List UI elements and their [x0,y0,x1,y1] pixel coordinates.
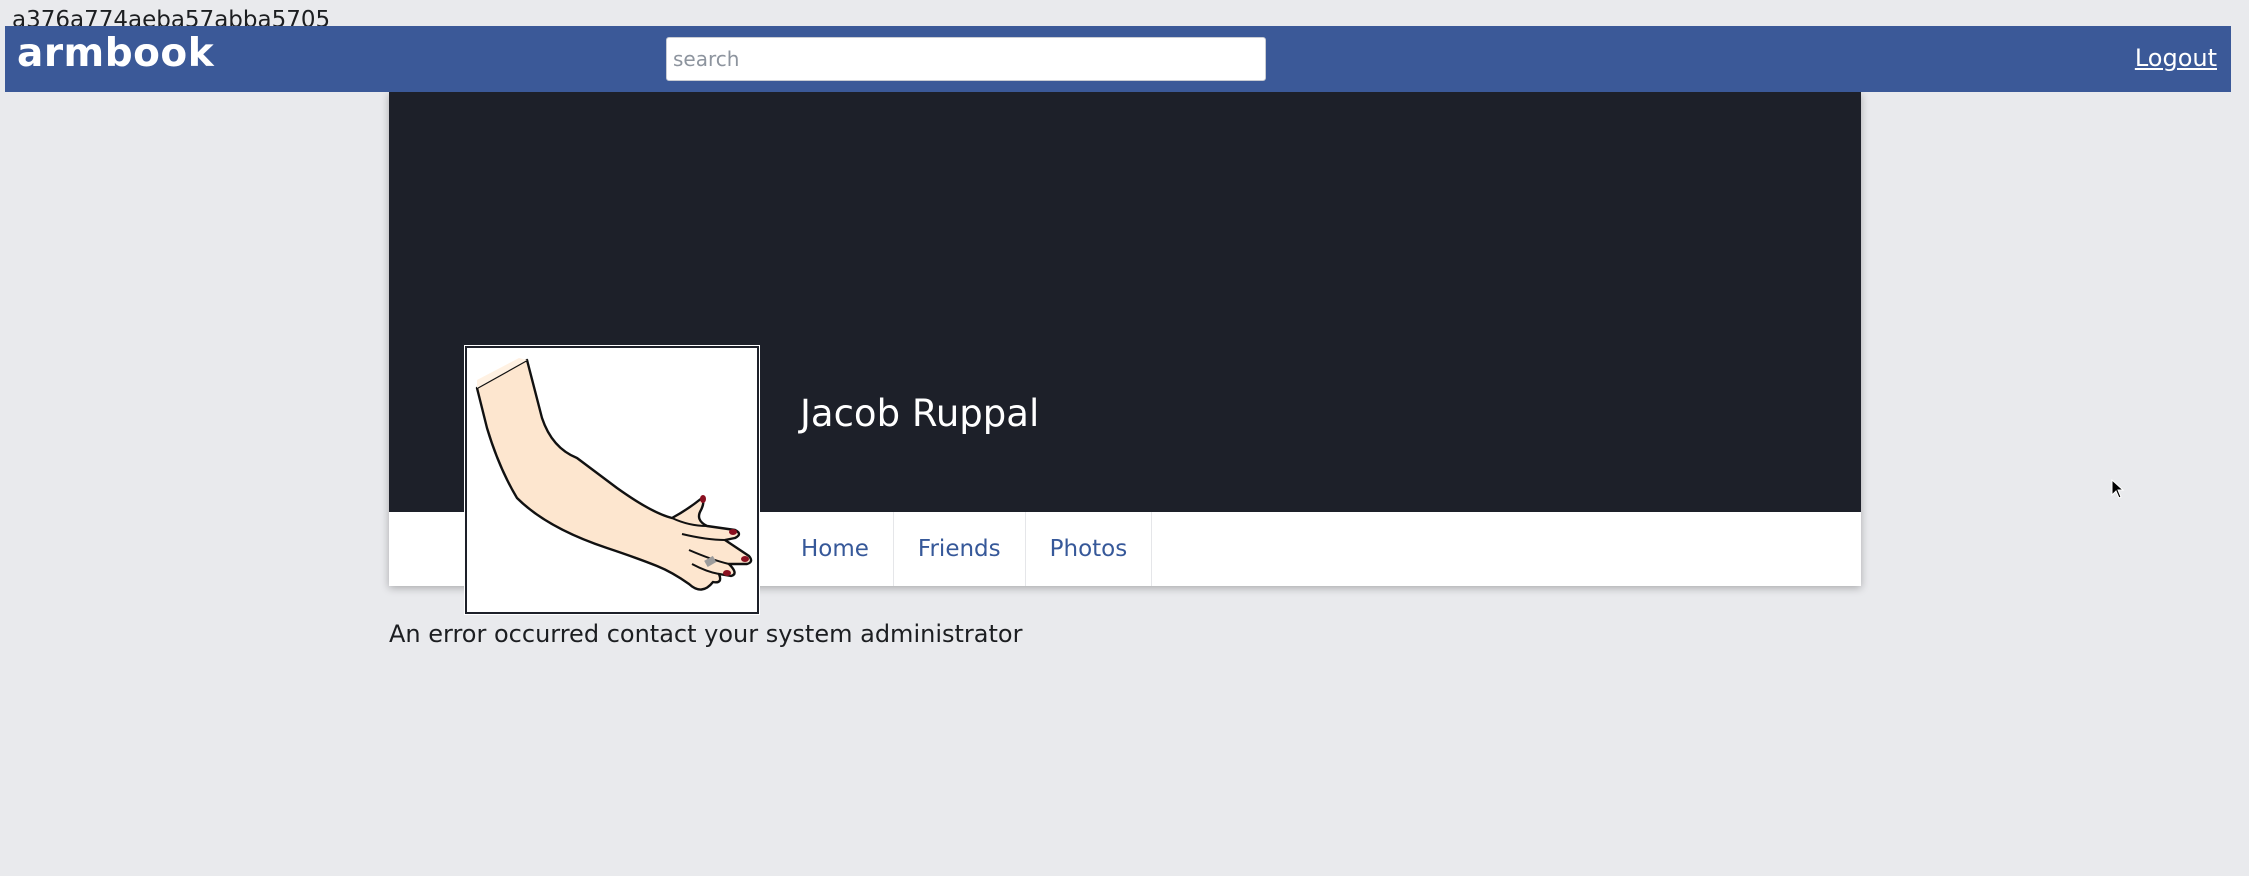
brand-logo[interactable]: armbook [17,30,214,77]
profile-tabs: Home Friends Photos [777,512,1153,586]
tab-photos[interactable]: Photos [1026,512,1153,586]
search-input[interactable] [666,37,1266,81]
logout-link[interactable]: Logout [2135,44,2217,72]
top-navigation-bar: armbook Logout [5,26,2231,92]
arm-hand-icon [475,358,753,591]
tab-friends[interactable]: Friends [894,512,1026,586]
mouse-cursor-icon [2111,479,2125,499]
profile-card: Jacob Ruppal Home Friends Photos [389,92,1861,614]
tab-home[interactable]: Home [777,512,894,586]
error-message: An error occurred contact your system ad… [389,620,1023,648]
profile-picture[interactable] [465,346,759,614]
profile-name: Jacob Ruppal [800,392,1040,435]
